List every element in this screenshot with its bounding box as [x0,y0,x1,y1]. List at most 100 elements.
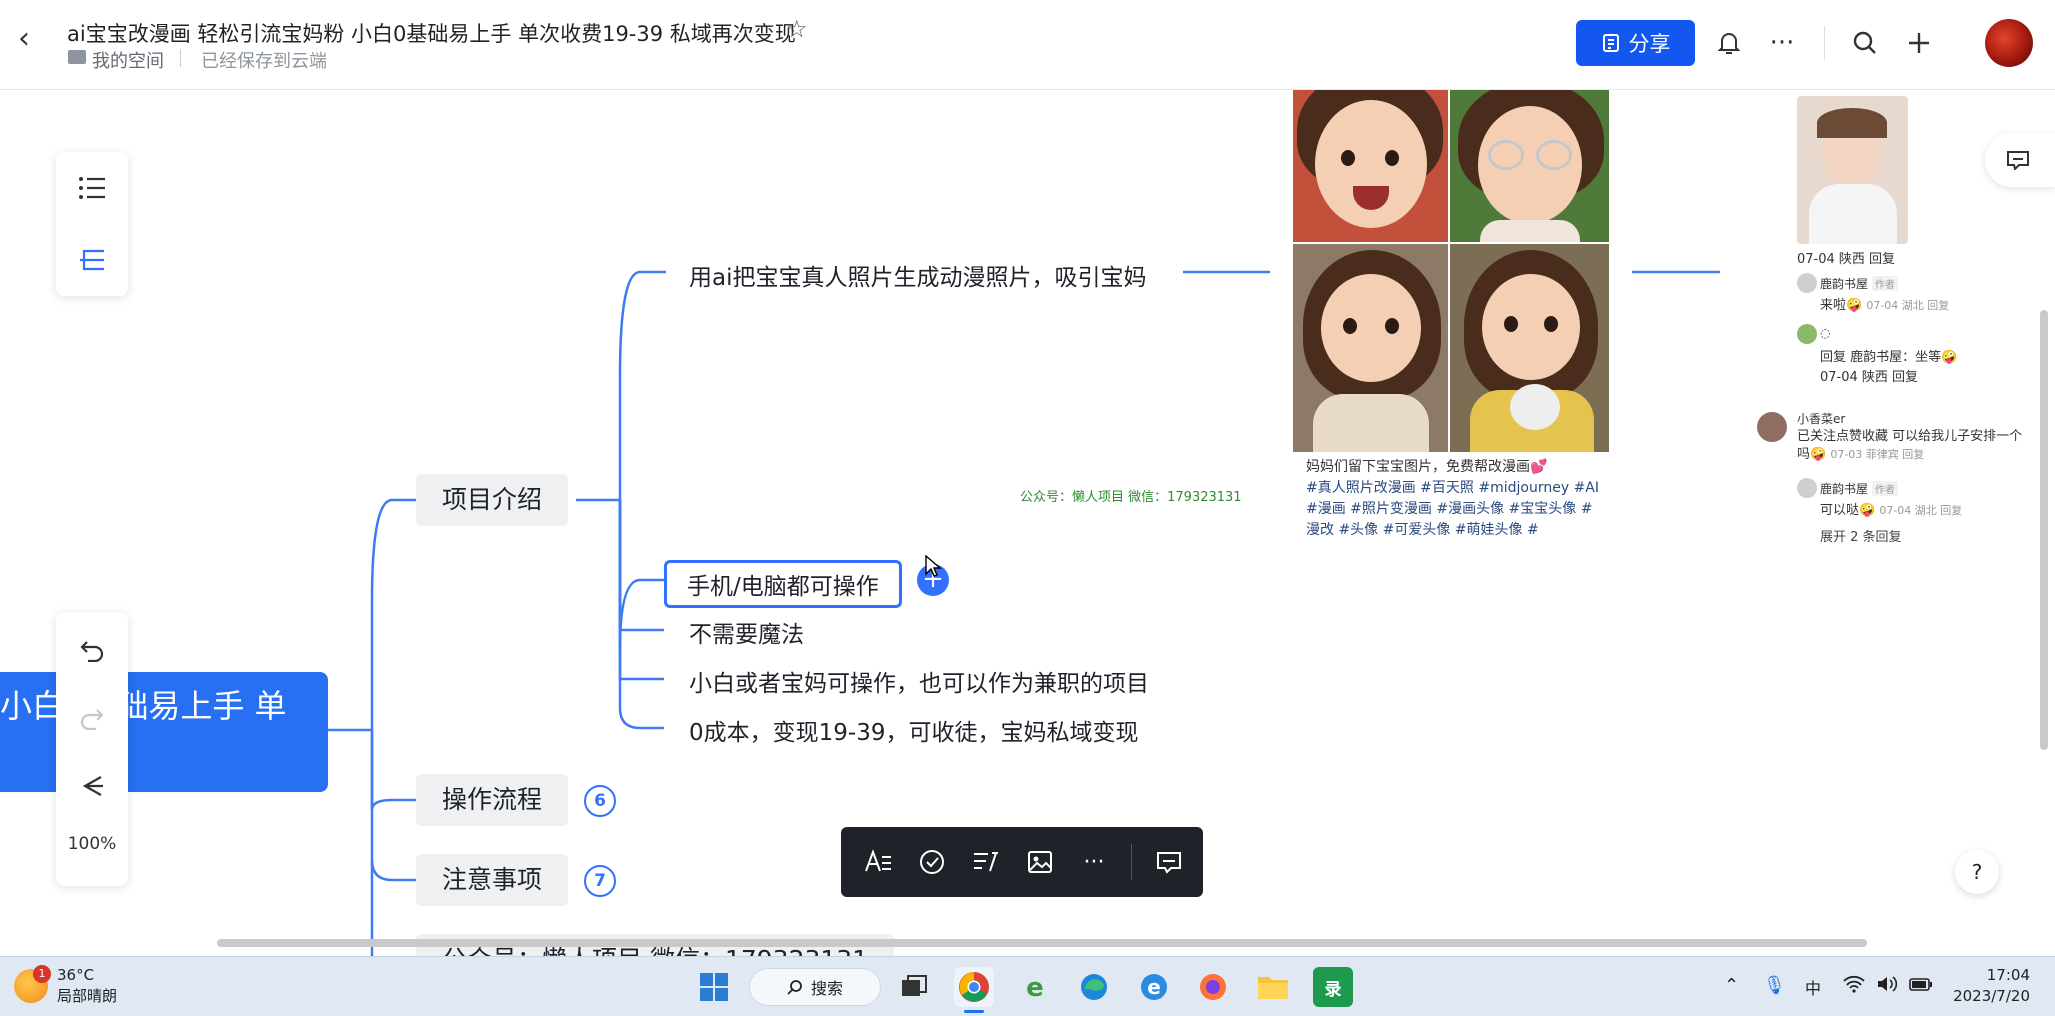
star-icon[interactable]: ☆ [786,15,808,43]
chrome-icon[interactable] [954,967,994,1007]
tray-chevron-up-icon[interactable]: ⌃ [1724,975,1739,996]
top-bar: ‹ ai宝宝改漫画 轻松引流宝妈粉 小白0基础易上手 单次收费19-39 私域再… [0,0,2055,90]
taskbar-search-label: 搜索 [810,979,843,998]
baby-photo-4 [1450,244,1609,452]
taskbar-search[interactable]: 搜索 [749,968,881,1006]
weather-temp: 36°C [57,966,95,984]
comment-user: 鹿韵书屋 作者 [1820,480,1898,497]
child-node[interactable]: 用ai把宝宝真人照片生成动漫照片，吸引宝妈 [689,258,1146,292]
share-label: 分享 [1628,32,1671,56]
folder-icon [68,50,86,64]
format-toolbar: ··· [841,827,1203,897]
comment-body: 回复 鹿韵书屋：坐等🤪 [1820,350,1958,365]
comment-meta: 07-04 陕西 回复 [1820,370,1919,385]
firefox-icon[interactable] [1193,967,1233,1007]
comment-body: 已关注点赞收藏 可以给我儿子安排一个吗🤪 07-03 菲律宾 回复 [1797,429,2023,462]
left-view-panel [56,152,128,296]
microphone-icon[interactable]: 🎙 [1763,975,1786,996]
document-title[interactable]: ai宝宝改漫画 轻松引流宝妈粉 小白0基础易上手 单次收费19-39 私域再次变… [67,18,796,48]
layout-icon[interactable] [56,752,128,820]
comment-photo [1797,96,1908,244]
baby-photo-3 [1293,244,1448,452]
collapsed-count-badge[interactable]: 7 [584,865,616,897]
more-options-icon[interactable]: ··· [1077,845,1111,879]
baby-photo-1 [1293,90,1448,242]
comment-avatar [1797,324,1817,344]
child-node-selected[interactable]: 手机/电脑都可操作 [664,560,902,608]
windows-start-icon[interactable] [694,967,734,1007]
root-text: 小白0基础易上手 单 [0,687,287,725]
child-node[interactable]: 小白或者宝妈可操作，也可以作为兼职的项目 [689,664,1149,698]
baby-photo-2 [1450,90,1609,242]
comment-icon [2007,151,2029,170]
left-edit-panel: 100% [56,612,128,886]
toolbar-divider [1131,844,1132,880]
clock-time: 17:04 [1986,966,2030,984]
search-icon [787,980,802,995]
breadcrumb-space[interactable]: 我的空间 [92,47,164,73]
input-method-icon[interactable]: 中 [1805,975,1821,999]
volume-icon[interactable] [1876,975,1898,998]
notification-badge: 1 [33,965,51,983]
ie-green-icon[interactable]: e [1015,967,1055,1007]
recorder-app-icon[interactable]: 录 [1313,967,1353,1007]
comment-avatar [1797,273,1817,293]
user-avatar[interactable] [1985,19,2033,67]
collapsed-count-badge[interactable]: 6 [584,785,616,817]
comment-avatar [1797,478,1817,498]
system-clock[interactable]: 17:04 2023/7/20 [1940,965,2030,1007]
comment-icon[interactable] [1152,845,1186,879]
comment-body: 可以哒🤪 07-04 湖北 回复 [1820,503,1963,518]
root-node[interactable]: 小白0基础易上手 单 [0,672,328,792]
windows-taskbar: 1 36°C 局部晴朗 搜索 e e 录 ⌃ 🎙 中 17:04 2023/7/… [0,956,2055,1016]
share-button[interactable]: 分享 [1576,20,1695,66]
clock-date: 2023/7/20 [1953,987,2030,1005]
text-style-icon[interactable] [861,845,895,879]
battery-icon[interactable] [1909,975,1933,998]
back-arrow-icon[interactable]: ‹ [18,24,46,54]
undo-icon[interactable] [56,616,128,684]
topic-project-intro[interactable]: 项目介绍 [416,474,569,526]
vertical-scrollbar[interactable] [2040,310,2048,750]
more-icon[interactable]: ··· [1766,27,1798,59]
bell-icon[interactable] [1713,27,1745,59]
child-node[interactable]: 不需要魔法 [689,615,804,649]
child-node[interactable]: 0成本，变现19-39，可收徒，宝妈私域变现 [689,713,1138,747]
mindmap-view-icon[interactable] [56,226,128,294]
help-icon[interactable]: ? [1955,850,1999,894]
topic-workflow[interactable]: 操作流程 [416,774,569,826]
post-hashtags: #真人照片改漫画 #百天照 #midjourney #AI #漫画 #照片变漫画… [1306,480,1600,538]
wifi-icon[interactable] [1843,975,1865,998]
comment-user: 小香菜er [1797,412,1846,426]
note-icon[interactable] [969,845,1003,879]
redo-icon[interactable] [56,684,128,752]
comment-panel-toggle[interactable] [1985,133,2055,187]
toolbar-divider [1824,26,1825,60]
check-circle-icon[interactable] [915,845,949,879]
save-status: 已经保存到云端 [201,51,327,72]
edge-icon[interactable] [1074,967,1114,1007]
image-icon[interactable] [1023,845,1057,879]
search-icon[interactable] [1849,27,1881,59]
mindmap-canvas[interactable]: 小白0基础易上手 单 项目介绍 操作流程 6 注意事项 7 公众号：懒人项目 微… [0,90,2055,956]
embedded-image[interactable] [1293,90,1609,452]
horizontal-scrollbar[interactable] [217,939,1867,947]
svg-text:e: e [1026,973,1044,1002]
zoom-level[interactable]: 100% [56,834,128,854]
comment-user: ◌ [1820,326,1831,340]
task-view-icon[interactable] [894,967,934,1007]
topic-notes[interactable]: 注意事项 [416,854,569,906]
breadcrumb-divider [180,49,181,67]
ie-icon[interactable]: e [1134,967,1174,1007]
weather-widget[interactable]: 36°C 局部晴朗 [57,965,117,1007]
file-explorer-icon[interactable] [1253,967,1293,1007]
active-app-indicator [964,1010,984,1013]
expand-replies-link[interactable]: 展开 2 条回复 [1820,526,1902,545]
share-doc-icon [1602,34,1619,52]
outline-icon[interactable] [56,154,128,222]
mouse-cursor-icon [925,555,942,577]
post-caption: 妈妈们留下宝宝图片，免费帮改漫画💕 #真人照片改漫画 #百天照 #midjour… [1306,457,1606,541]
add-icon[interactable] [1903,27,1935,59]
post-caption-text: 妈妈们留下宝宝图片，免费帮改漫画💕 [1306,459,1548,475]
comment-body: 来啦🤪 07-04 湖北 回复 [1820,298,1950,313]
